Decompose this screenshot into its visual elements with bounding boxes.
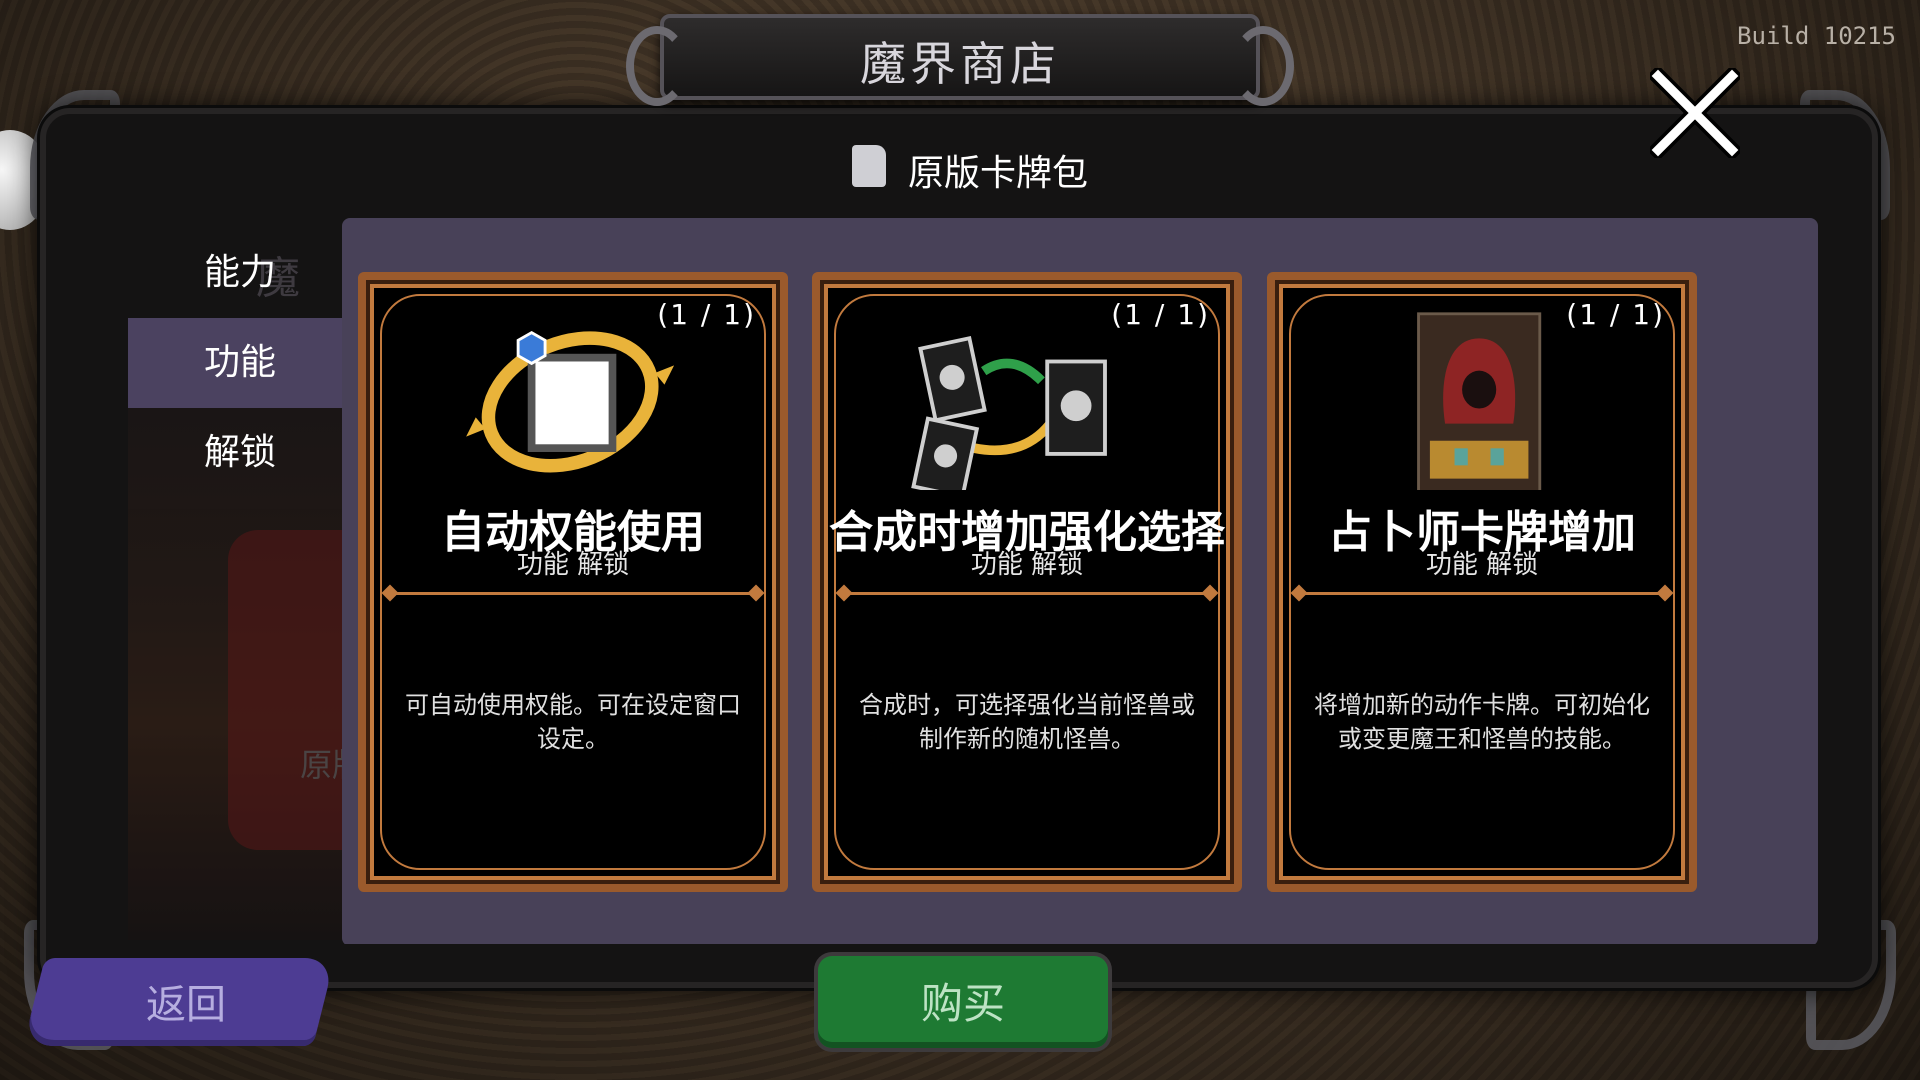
card-pack-icon xyxy=(852,145,886,187)
card-divider xyxy=(842,592,1212,595)
sidebar: 魔石 能力 功能 解锁 xyxy=(128,228,342,498)
tab-label: 功能 xyxy=(204,342,277,383)
fortune-teller-card-icon xyxy=(1417,312,1542,490)
card-divider xyxy=(388,592,758,595)
back-button-label[interactable]: 返回 xyxy=(146,972,226,1030)
shop-card[interactable]: (1 / 1) 自动权能使用 功能 解锁 可自动使用权能。可在设定窗口设定。 xyxy=(358,272,788,892)
close-icon xyxy=(1646,64,1744,162)
pack-title: 原版卡牌包 xyxy=(908,153,1089,194)
tab-function[interactable]: 功能 xyxy=(128,318,342,408)
tab-ability[interactable]: 魔石 能力 xyxy=(128,228,342,394)
card-description: 合成时，可选择强化当前怪兽或制作新的随机怪兽。 xyxy=(859,691,1195,753)
build-label: Build 10215 xyxy=(1737,22,1896,50)
card-type: 功能 解锁 xyxy=(516,550,630,580)
card-description: 将增加新的动作卡牌。可初始化或变更魔王和怪兽的技能。 xyxy=(1314,691,1650,753)
shop-card[interactable]: (1 / 1) 合成时增加强化选择 功能 解锁 合成时，可选择强化当前怪兽或制作… xyxy=(812,272,1242,892)
tab-label: 解锁 xyxy=(204,432,277,473)
card-type: 功能 解锁 xyxy=(1425,550,1539,580)
card-type: 功能 解锁 xyxy=(970,550,1084,580)
auto-cycle-icon xyxy=(466,330,675,473)
merge-cards-icon xyxy=(911,335,1107,490)
close-button[interactable] xyxy=(1646,64,1744,162)
shop-title: 魔界商店 xyxy=(860,37,1060,91)
tab-label: 能力 xyxy=(204,252,277,293)
card-description: 可自动使用权能。可在设定窗口设定。 xyxy=(405,691,741,753)
buy-button-label[interactable]: 购买 xyxy=(818,970,1108,1031)
tab-unlock[interactable]: 解锁 xyxy=(128,408,342,498)
shop-card[interactable]: (1 / 1) 占卜师卡牌增加 功能 解锁 将增加新的动作卡牌。可初始化或变更魔… xyxy=(1267,272,1697,892)
card-divider xyxy=(1297,592,1667,595)
